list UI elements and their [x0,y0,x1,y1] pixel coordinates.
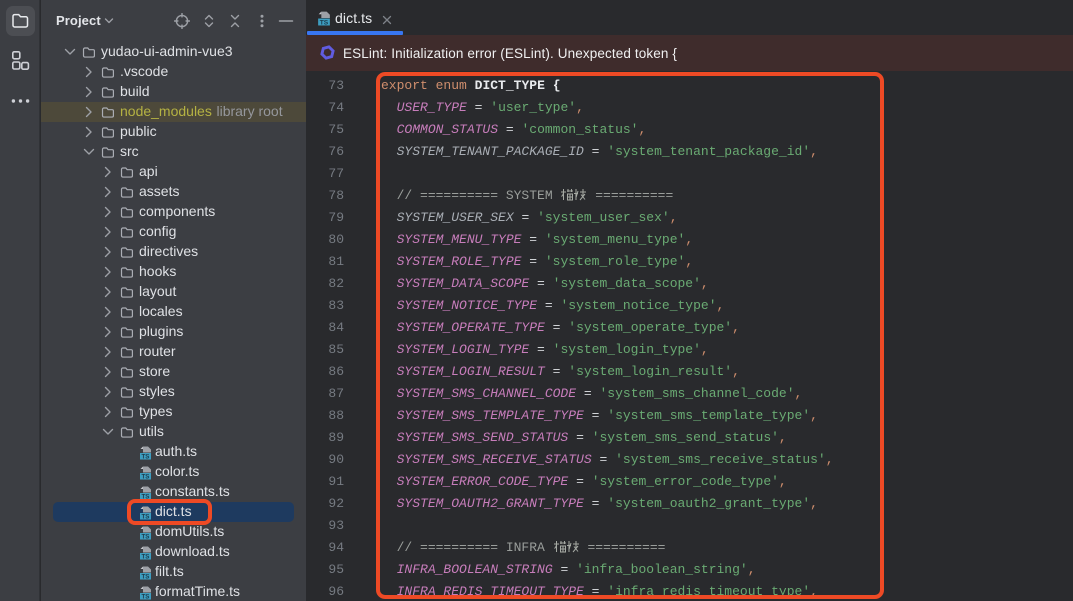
svg-text:TS: TS [142,593,150,600]
svg-text:TS: TS [142,573,150,580]
svg-text:TS: TS [142,473,150,480]
svg-text:TS: TS [142,533,150,540]
svg-text:TS: TS [142,553,150,560]
svg-text:TS: TS [320,19,329,26]
svg-text:TS: TS [142,453,150,460]
